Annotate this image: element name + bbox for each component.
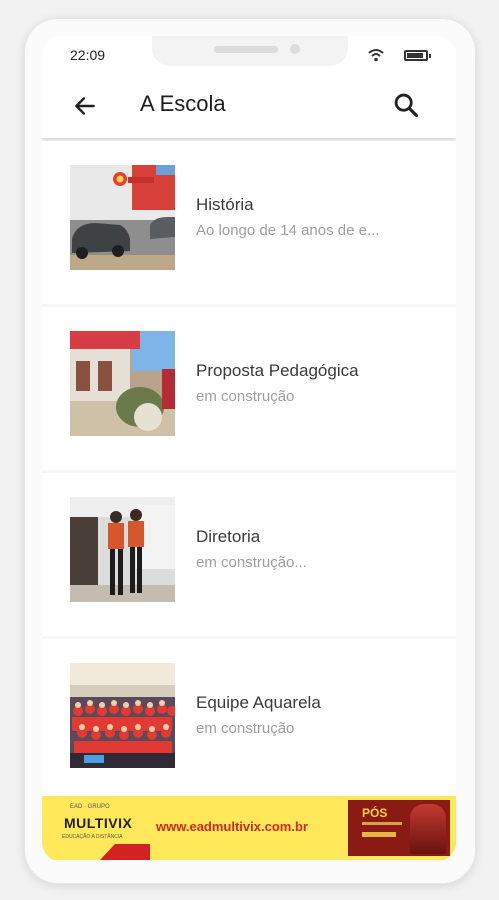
promo-line	[362, 822, 402, 825]
promo-badge	[362, 832, 396, 837]
item-title: Diretoria	[196, 527, 261, 546]
list-item-diretoria[interactable]: Diretoria em construção...	[42, 473, 456, 636]
speaker	[214, 46, 278, 53]
battery-icon	[404, 50, 431, 61]
banner-url[interactable]: www.eadmultivix.com.br	[156, 819, 308, 834]
list-item-equipe-aquarela[interactable]: Equipe Aquarela em construção	[42, 639, 456, 802]
brand-small-text: EAD · GRUPO	[70, 804, 110, 810]
wifi-icon	[368, 49, 384, 62]
brand-tagline: EDUCAÇÃO A DISTÂNCIA	[62, 834, 123, 840]
diretoria-thumbnail	[70, 497, 175, 602]
search-icon[interactable]	[392, 91, 420, 119]
brand-red-stripe	[100, 844, 150, 860]
promo-figure	[410, 804, 446, 854]
historia-thumbnail	[70, 165, 175, 270]
notch	[152, 36, 348, 66]
phone-screen: 22:09 A Escola História Ao longo de 14 a…	[42, 36, 456, 862]
list-item-historia[interactable]: História Ao longo de 14 anos de e...	[42, 141, 456, 304]
item-title: Equipe Aquarela	[196, 693, 321, 712]
camera	[290, 44, 300, 54]
status-bar: 22:09	[42, 36, 456, 74]
proposta-pedagogica-thumbnail	[70, 331, 175, 436]
item-title: História	[196, 195, 254, 214]
item-subtitle: em construção	[196, 388, 295, 405]
school-section-list: História Ao longo de 14 anos de e... Pro…	[42, 141, 456, 805]
promo-image: PÓS	[348, 800, 450, 856]
ad-banner[interactable]: EAD · GRUPO MULTIVIX EDUCAÇÃO A DISTÂNCI…	[42, 796, 456, 860]
item-subtitle: Ao longo de 14 anos de e...	[196, 222, 380, 239]
brand-name: MULTIVIX	[64, 815, 133, 831]
equipe-aquarela-thumbnail	[70, 663, 175, 768]
page-title: A Escola	[140, 91, 226, 116]
item-subtitle: em construção...	[196, 554, 307, 571]
app-bar: A Escola	[42, 74, 456, 138]
status-time: 22:09	[70, 47, 106, 63]
item-subtitle: em construção	[196, 720, 295, 737]
back-arrow-icon[interactable]	[72, 93, 98, 119]
multivix-logo: EAD · GRUPO MULTIVIX EDUCAÇÃO A DISTÂNCI…	[42, 796, 152, 860]
item-title: Proposta Pedagógica	[196, 361, 359, 380]
list-item-proposta-pedagogica[interactable]: Proposta Pedagógica em construção	[42, 307, 456, 470]
promo-label: PÓS	[362, 806, 388, 820]
